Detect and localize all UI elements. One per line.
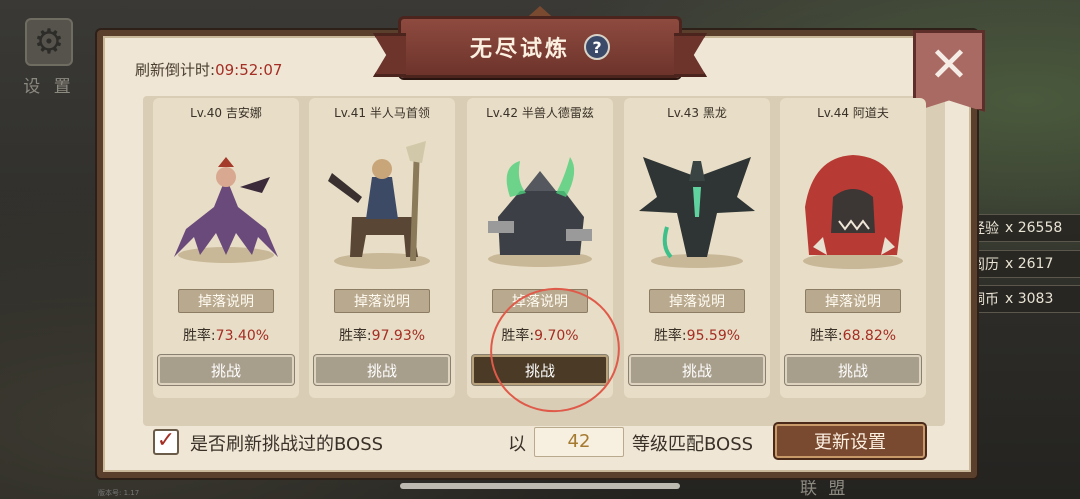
win-rate-value: 73.40% bbox=[215, 328, 270, 344]
level-prefix: 以 bbox=[508, 434, 526, 455]
win-rate: 胜率:73.40% bbox=[182, 328, 270, 344]
settings-label: 设 置 bbox=[23, 77, 75, 97]
drop-info-button[interactable]: 掉落说明 bbox=[334, 289, 430, 313]
boss-portrait-beast bbox=[790, 127, 916, 277]
home-indicator[interactable] bbox=[400, 483, 680, 489]
boss-portrait-centaur bbox=[319, 127, 445, 277]
boss-portrait-orc bbox=[477, 127, 603, 277]
help-icon[interactable]: ? bbox=[584, 34, 610, 60]
gear-icon: ⚙ bbox=[25, 18, 73, 66]
refresh-challenged-label: 是否刷新挑战过的BOSS bbox=[190, 434, 384, 455]
boss-portrait-dragon bbox=[634, 127, 760, 277]
refresh-countdown: 刷新倒计时:09:52:07 bbox=[135, 59, 282, 80]
boss-card: Lv.43 黑龙掉落说明胜率:95.59% 挑战 bbox=[624, 98, 770, 398]
challenge-button[interactable]: 挑战 bbox=[785, 355, 921, 385]
version-label: 版本号: 1.17 bbox=[98, 489, 140, 497]
drop-info-button[interactable]: 掉落说明 bbox=[178, 289, 274, 313]
boss-title: Lv.44 阿道夫 bbox=[817, 106, 889, 120]
level-input[interactable]: 42 bbox=[534, 427, 624, 457]
boss-card: Lv.41 半人马首领掉落说明胜率:97.93% 挑战 bbox=[309, 98, 455, 398]
challenge-button[interactable]: 挑战 bbox=[158, 355, 294, 385]
boss-portrait-spider bbox=[163, 127, 289, 277]
challenge-button[interactable]: 挑战 bbox=[629, 355, 765, 385]
challenge-button[interactable]: 挑战 bbox=[314, 355, 450, 385]
dialog-title: 无尽试炼 bbox=[469, 37, 570, 62]
boss-title: Lv.40 吉安娜 bbox=[190, 106, 262, 120]
win-rate: 胜率:68.82% bbox=[809, 328, 897, 344]
boss-title: Lv.43 黑龙 bbox=[667, 106, 727, 120]
resource-amount: x 3083 bbox=[1005, 291, 1054, 307]
countdown-label: 刷新倒计时: bbox=[135, 61, 216, 79]
boss-card: Lv.40 吉安娜掉落说明胜率:73.40% 挑战 bbox=[153, 98, 299, 398]
refresh-challenged-checkbox[interactable]: ✓ bbox=[153, 429, 179, 455]
level-suffix: 等级匹配BOSS bbox=[632, 434, 754, 455]
resource-amount: x 2617 bbox=[1005, 256, 1054, 272]
boss-title: Lv.41 半人马首领 bbox=[334, 106, 430, 120]
boss-title: Lv.42 半兽人德雷兹 bbox=[486, 106, 594, 120]
drop-info-button[interactable]: 掉落说明 bbox=[649, 289, 745, 313]
resource-amount: x 26558 bbox=[1005, 220, 1063, 236]
update-settings-button[interactable]: 更新设置 bbox=[775, 424, 925, 458]
close-icon: ✕ bbox=[928, 37, 970, 93]
settings-button[interactable]: ⚙ 设 置 bbox=[18, 18, 80, 98]
drop-info-button[interactable]: 掉落说明 bbox=[805, 289, 901, 313]
win-rate-value: 68.82% bbox=[842, 328, 897, 344]
dialog-title-banner: 无尽试炼 ? bbox=[398, 16, 682, 78]
boss-card: Lv.44 阿道夫掉落说明胜率:68.82% 挑战 bbox=[780, 98, 926, 398]
countdown-value: 09:52:07 bbox=[215, 61, 283, 79]
win-rate: 胜率:97.93% bbox=[338, 328, 426, 344]
win-rate: 胜率:95.59% bbox=[653, 328, 741, 344]
win-rate-value: 97.93% bbox=[371, 328, 426, 344]
win-rate-value: 95.59% bbox=[686, 328, 741, 344]
check-mark-icon: ✓ bbox=[156, 428, 176, 453]
